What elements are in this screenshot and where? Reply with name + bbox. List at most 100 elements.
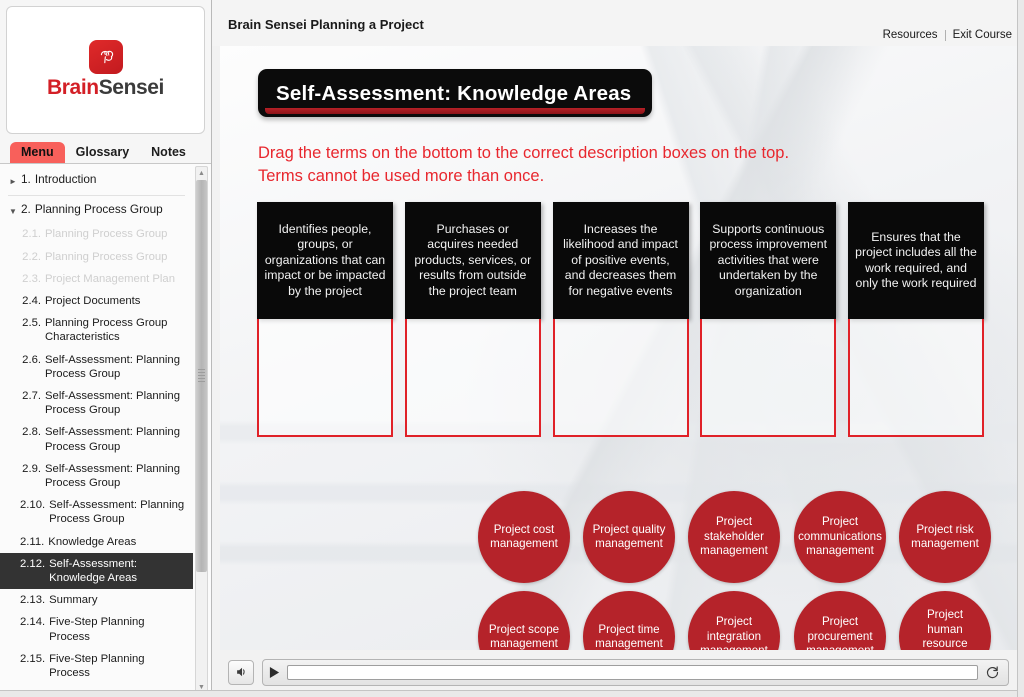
scrollbar-grip (198, 369, 205, 383)
slide-stage: Self-Assessment: Knowledge Areas Drag th… (220, 46, 1017, 650)
slide-title: Self-Assessment: Knowledge Areas (276, 82, 634, 106)
menu-scrollbar[interactable]: ▲ ▼ (195, 166, 208, 694)
exit-course-link[interactable]: Exit Course (953, 29, 1012, 41)
brain-icon (89, 40, 123, 74)
menu-item-number: 2.8. (20, 425, 45, 439)
sidebar-item-210[interactable]: 2.10.Self-Assessment: Planning Process G… (0, 494, 193, 530)
page-title: Brain Sensei Planning a Project (228, 17, 424, 32)
chevron-right-icon[interactable]: ► (6, 172, 20, 189)
sidebar-item-26[interactable]: 2.6.Self-Assessment: Planning Process Gr… (0, 349, 193, 385)
sidebar-item-211[interactable]: 2.11.Knowledge Areas (0, 531, 193, 553)
term-token[interactable]: Project stakeholder management (688, 491, 780, 583)
term-token[interactable]: Project communications management (794, 491, 886, 583)
sidebar-item-27[interactable]: 2.7.Self-Assessment: Planning Process Gr… (0, 385, 193, 421)
term-token[interactable]: Project human resource management (899, 591, 991, 650)
menu-item-number: 2.5. (20, 316, 45, 330)
menu-item-label: Summary (49, 593, 187, 607)
sidebar: BrainSensei MenuGlossaryNotes ►1.Introdu… (0, 0, 212, 697)
description-box: Identifies people, groups, or organizati… (257, 202, 393, 319)
scrollbar-thumb[interactable] (196, 180, 207, 572)
menu-item-label: Project Documents (45, 294, 187, 308)
drop-zone[interactable] (553, 319, 689, 437)
description-column: Identifies people, groups, or organizati… (257, 202, 393, 440)
logo-panel: BrainSensei (6, 6, 205, 134)
sidebar-item-21[interactable]: 2.1.Planning Process Group (0, 223, 193, 245)
resources-link[interactable]: Resources (883, 29, 938, 41)
instruction-line-2: Terms cannot be used more than once. (258, 165, 958, 188)
menu-tree: ►1.Introduction▼2.Planning Process Group… (0, 164, 193, 697)
menu-item-label: Self-Assessment: Planning Process Group (45, 425, 187, 453)
drop-zone[interactable] (700, 319, 836, 437)
play-button[interactable] (269, 666, 280, 679)
drop-zone[interactable] (405, 319, 541, 437)
sidebar-item-213[interactable]: 2.13.Summary (0, 589, 193, 611)
term-token[interactable]: Project time management (583, 591, 675, 650)
sidebar-item-214[interactable]: 2.14.Five-Step Planning Process (0, 611, 193, 647)
term-token[interactable]: Project risk management (899, 491, 991, 583)
menu-item-number: 2.15. (20, 652, 49, 666)
menu-item-label: Planning Process Group (45, 250, 187, 264)
sidebar-item-215[interactable]: 2.15.Five-Step Planning Process (0, 648, 193, 684)
menu-item-number: 2.10. (20, 498, 49, 512)
menu-item-number: 2.13. (20, 593, 49, 607)
sidebar-item-1[interactable]: ►1.Introduction (0, 168, 193, 193)
instruction-line-1: Drag the terms on the bottom to the corr… (258, 142, 958, 165)
sidebar-item-2[interactable]: ▼2.Planning Process Group (0, 198, 193, 223)
description-column: Purchases or acquires needed products, s… (405, 202, 541, 440)
description-column: Supports continuous process improvement … (700, 202, 836, 440)
sidebar-item-22[interactable]: 2.2.Planning Process Group (0, 246, 193, 268)
menu-item-number: 2.1. (20, 227, 45, 241)
sidebar-tabs: MenuGlossaryNotes (0, 138, 211, 164)
wordmark-brain: Brain (47, 76, 99, 99)
description-box: Supports continuous process improvement … (700, 202, 836, 319)
sidebar-item-29[interactable]: 2.9.Self-Assessment: Planning Process Gr… (0, 458, 193, 494)
header-bar: Brain Sensei Planning a Project Resource… (212, 0, 1024, 46)
title-accent-bar (265, 108, 645, 114)
sidebar-item-212[interactable]: 2.12.Self-Assessment: Knowledge Areas (0, 553, 193, 589)
tab-glossary[interactable]: Glossary (65, 142, 141, 164)
term-token[interactable]: Project procurement management (794, 591, 886, 650)
drop-zone[interactable] (848, 319, 984, 437)
menu-item-number: 2.2. (20, 250, 45, 264)
description-box: Ensures that the project includes all th… (848, 202, 984, 319)
menu-item-number: 2. (20, 202, 35, 216)
sidebar-item-23[interactable]: 2.3.Project Management Plan (0, 268, 193, 290)
replay-button[interactable] (985, 665, 1002, 680)
seek-track[interactable] (287, 665, 978, 680)
scroll-up-icon[interactable]: ▲ (196, 167, 207, 179)
menu-scroll-area: ►1.Introduction▼2.Planning Process Group… (0, 164, 211, 697)
description-column: Ensures that the project includes all th… (848, 202, 984, 440)
menu-item-label: Knowledge Areas (48, 535, 187, 549)
description-columns: Identifies people, groups, or organizati… (257, 202, 984, 440)
term-token[interactable]: Project quality management (583, 491, 675, 583)
seek-bar-container (262, 659, 1009, 686)
wordmark-sensei: Sensei (99, 76, 164, 99)
description-box: Purchases or acquires needed products, s… (405, 202, 541, 319)
menu-item-number: 2.4. (20, 294, 45, 308)
course-player-window: BrainSensei MenuGlossaryNotes ►1.Introdu… (0, 0, 1024, 697)
menu-item-label: Self-Assessment: Planning Process Group (45, 389, 187, 417)
menu-item-label: Self-Assessment: Planning Process Group (45, 462, 187, 490)
menu-item-label: Introduction (35, 172, 187, 186)
term-token[interactable]: Project cost management (478, 491, 570, 583)
sidebar-item-24[interactable]: 2.4.Project Documents (0, 290, 193, 312)
menu-item-label: Self-Assessment: Planning Process Group (49, 498, 187, 526)
menu-item-label: Self-Assessment: Planning Process Group (45, 353, 187, 381)
drop-zone[interactable] (257, 319, 393, 437)
menu-item-number: 2.12. (20, 557, 49, 571)
tab-notes[interactable]: Notes (140, 142, 197, 164)
menu-item-label: Five-Step Planning Process (49, 615, 187, 643)
volume-button[interactable] (228, 660, 254, 685)
description-box: Increases the likelihood and impact of p… (553, 202, 689, 319)
menu-item-number: 2.7. (20, 389, 45, 403)
chevron-down-icon[interactable]: ▼ (6, 202, 20, 219)
term-token[interactable]: Project integration management (688, 591, 780, 650)
description-column: Increases the likelihood and impact of p… (553, 202, 689, 440)
menu-item-label: Project Management Plan (45, 272, 187, 286)
tab-menu[interactable]: Menu (10, 142, 65, 164)
menu-item-number: 2.3. (20, 272, 45, 286)
sidebar-item-25[interactable]: 2.5.Planning Process Group Characteristi… (0, 312, 193, 348)
term-token[interactable]: Project scope management (478, 591, 570, 650)
sidebar-item-28[interactable]: 2.8.Self-Assessment: Planning Process Gr… (0, 421, 193, 457)
player-bar (220, 655, 1017, 689)
